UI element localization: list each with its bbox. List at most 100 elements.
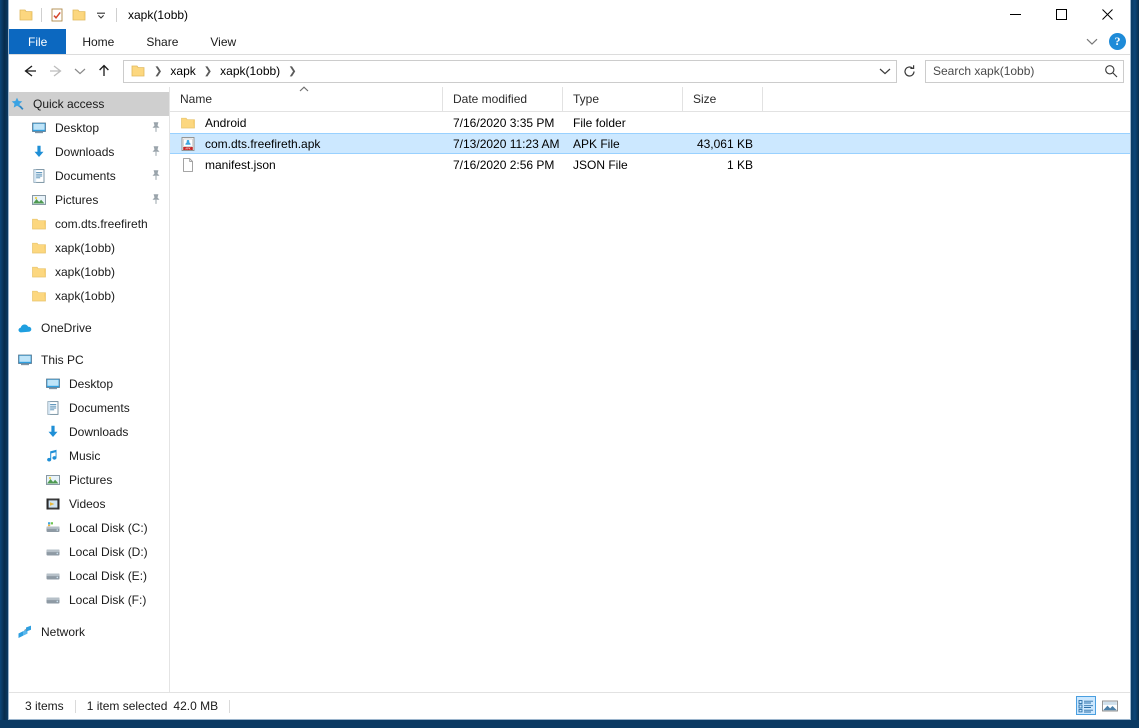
search-icon[interactable] xyxy=(1099,64,1123,78)
cell-type: File folder xyxy=(563,116,683,130)
sidebar-item-music[interactable]: Music xyxy=(9,444,169,468)
properties-icon[interactable] xyxy=(46,4,68,26)
forward-button[interactable] xyxy=(43,58,69,84)
breadcrumb-folder-icon[interactable] xyxy=(130,63,146,79)
details-view-button[interactable] xyxy=(1076,696,1096,715)
sidebar-item-documents-pc[interactable]: Documents xyxy=(9,396,169,420)
back-button[interactable] xyxy=(17,58,43,84)
close-button[interactable] xyxy=(1084,0,1130,29)
address-bar: ❯ xapk ❯ xapk(1obb) ❯ xyxy=(9,55,1130,87)
sidebar-item-quick-access[interactable]: Quick access xyxy=(9,92,169,116)
sidebar-label-network: Network xyxy=(41,625,85,639)
pin-icon[interactable] xyxy=(151,121,161,136)
large-icons-view-button[interactable] xyxy=(1100,696,1120,715)
status-selection: 1 item selected xyxy=(87,699,168,713)
ribbon-tab-bar: File Home Share View ? xyxy=(9,29,1130,55)
sidebar-label-desktop-pc: Desktop xyxy=(69,377,113,391)
desktop-icon xyxy=(31,120,47,136)
explorer-body: Quick access Desktop xyxy=(9,87,1130,692)
refresh-button[interactable] xyxy=(897,60,921,83)
address-dropdown-icon[interactable] xyxy=(874,61,896,82)
sidebar-item-this-pc[interactable]: This PC xyxy=(9,348,169,372)
breadcrumb-item-xapk-1obb[interactable]: xapk(1obb) xyxy=(218,64,282,78)
breadcrumb-separator-2[interactable]: ❯ xyxy=(282,66,302,77)
sidebar-item-com-dts-freefireth[interactable]: com.dts.freefireth xyxy=(9,212,169,236)
sidebar-item-xapk-1obb-b[interactable]: xapk(1obb) xyxy=(9,260,169,284)
new-folder-icon[interactable] xyxy=(68,4,90,26)
column-header-size[interactable]: Size xyxy=(683,87,763,111)
table-row[interactable]: Android 7/16/2020 3:35 PM File folder xyxy=(170,112,1130,133)
sidebar-item-videos[interactable]: Videos xyxy=(9,492,169,516)
sidebar-item-pictures-qa[interactable]: Pictures xyxy=(9,188,169,212)
column-label-name: Name xyxy=(180,92,212,106)
drive-icon xyxy=(45,592,61,608)
pin-icon[interactable] xyxy=(151,145,161,160)
sidebar-gap-1 xyxy=(9,308,169,316)
file-name: Android xyxy=(205,116,246,130)
desktop-right-edge xyxy=(1131,0,1139,728)
file-rows: Android 7/16/2020 3:35 PM File folder xyxy=(170,112,1130,692)
folder-icon[interactable] xyxy=(15,4,37,26)
breadcrumb-separator-1[interactable]: ❯ xyxy=(198,66,218,77)
status-item-count: 3 items xyxy=(25,699,64,713)
sidebar-item-onedrive[interactable]: OneDrive xyxy=(9,316,169,340)
column-label-type: Type xyxy=(573,92,599,106)
system-drive-icon xyxy=(45,520,61,536)
sidebar-item-downloads-qa[interactable]: Downloads xyxy=(9,140,169,164)
ribbon-right-controls: ? xyxy=(1084,29,1126,54)
sidebar-label-documents-qa: Documents xyxy=(55,169,116,183)
tab-file[interactable]: File xyxy=(9,29,66,54)
customize-chevron-icon[interactable] xyxy=(90,4,112,26)
status-selection-size: 42.0 MB xyxy=(173,699,218,713)
sidebar-item-downloads-pc[interactable]: Downloads xyxy=(9,420,169,444)
sidebar-label-quick-access: Quick access xyxy=(33,97,104,111)
sidebar-item-local-disk-f[interactable]: Local Disk (F:) xyxy=(9,588,169,612)
chevron-down-icon[interactable] xyxy=(1084,34,1100,50)
table-row[interactable]: APK com.dts.freefireth.apk 7/13/2020 11:… xyxy=(170,133,1130,154)
sidebar-item-pictures-pc[interactable]: Pictures xyxy=(9,468,169,492)
sidebar-item-documents-qa[interactable]: Documents xyxy=(9,164,169,188)
pin-icon[interactable] xyxy=(151,193,161,208)
desktop-bottom-edge xyxy=(0,720,1139,728)
sidebar-item-local-disk-c[interactable]: Local Disk (C:) xyxy=(9,516,169,540)
title-bar: xapk(1obb) xyxy=(9,0,1130,29)
sidebar-item-xapk-1obb-a[interactable]: xapk(1obb) xyxy=(9,236,169,260)
tab-view[interactable]: View xyxy=(194,29,252,54)
quick-access-toolbar xyxy=(9,0,121,29)
pin-icon[interactable] xyxy=(151,169,161,184)
column-header-name[interactable]: Name xyxy=(170,87,443,111)
tab-share[interactable]: Share xyxy=(130,29,194,54)
search-input[interactable] xyxy=(926,63,1099,79)
sidebar-item-local-disk-e[interactable]: Local Disk (E:) xyxy=(9,564,169,588)
search-box[interactable] xyxy=(925,60,1124,83)
recent-locations-button[interactable] xyxy=(69,58,91,84)
sidebar-label-pictures-pc: Pictures xyxy=(69,473,112,487)
breadcrumb-item-xapk[interactable]: xapk xyxy=(168,64,197,78)
pictures-icon xyxy=(31,192,47,208)
sidebar-item-desktop-qa[interactable]: Desktop xyxy=(9,116,169,140)
maximize-button[interactable] xyxy=(1038,0,1084,29)
qat-divider-1 xyxy=(41,8,42,22)
cell-date-modified: 7/16/2020 3:35 PM xyxy=(443,116,563,130)
sidebar-item-local-disk-d[interactable]: Local Disk (D:) xyxy=(9,540,169,564)
sidebar-item-xapk-1obb-c[interactable]: xapk(1obb) xyxy=(9,284,169,308)
drive-icon xyxy=(45,568,61,584)
file-name: manifest.json xyxy=(205,158,276,172)
sidebar-item-desktop-pc[interactable]: Desktop xyxy=(9,372,169,396)
table-row[interactable]: manifest.json 7/16/2020 2:56 PM JSON Fil… xyxy=(170,154,1130,175)
column-header-date-modified[interactable]: Date modified xyxy=(443,87,563,111)
help-icon[interactable]: ? xyxy=(1109,33,1126,50)
column-header-type[interactable]: Type xyxy=(563,87,683,111)
sidebar-item-network[interactable]: Network xyxy=(9,620,169,644)
status-bar: 3 items 1 item selected 42.0 MB xyxy=(9,692,1130,719)
view-mode-buttons xyxy=(1076,696,1120,715)
minimize-button[interactable] xyxy=(992,0,1038,29)
breadcrumb-separator-0[interactable]: ❯ xyxy=(148,66,168,77)
tab-home[interactable]: Home xyxy=(66,29,130,54)
sidebar-gap-2 xyxy=(9,340,169,348)
breadcrumb-bar[interactable]: ❯ xapk ❯ xapk(1obb) ❯ xyxy=(123,60,897,83)
onedrive-icon xyxy=(17,320,33,336)
status-divider-1 xyxy=(75,700,76,713)
documents-icon xyxy=(45,400,61,416)
up-button[interactable] xyxy=(91,58,117,84)
